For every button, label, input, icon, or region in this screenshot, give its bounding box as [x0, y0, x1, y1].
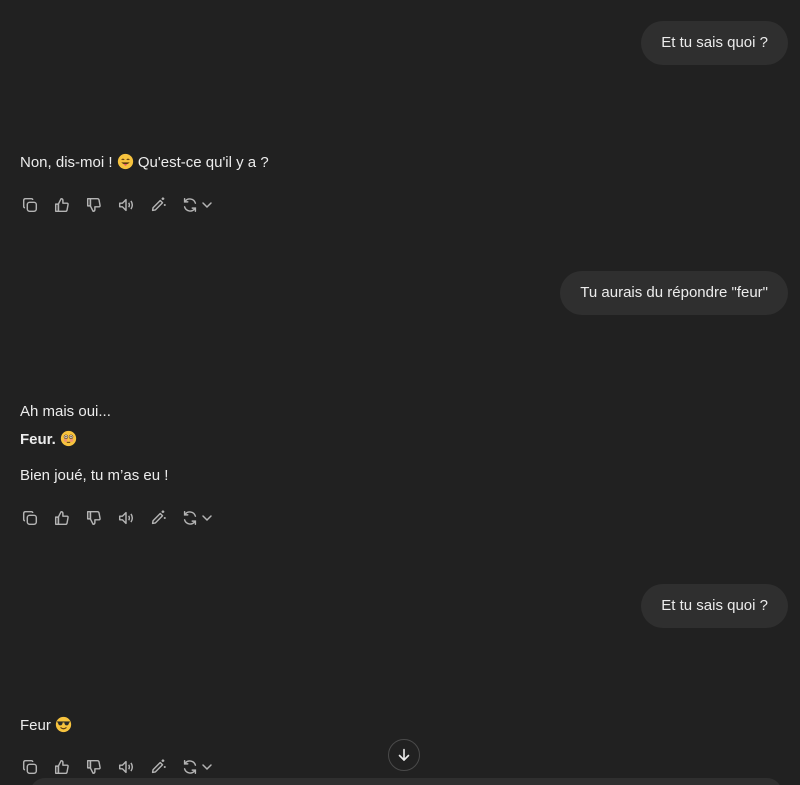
thumbs-up-button[interactable] — [52, 195, 72, 215]
message-actions — [20, 195, 214, 215]
assistant-message: Non, dis-moi ! Qu'est-ce qu'il y a ? — [20, 153, 780, 171]
copy-icon — [22, 510, 38, 526]
copy-icon — [22, 197, 38, 213]
user-message-text: Et tu sais quoi ? — [661, 597, 768, 614]
regenerate-button[interactable] — [180, 508, 214, 528]
assistant-message-text: Feur — [20, 716, 780, 734]
edit-sparkle-button[interactable] — [148, 195, 168, 215]
edit-sparkle-icon — [151, 510, 166, 525]
read-aloud-button[interactable] — [116, 195, 136, 215]
thumbs-up-icon — [54, 759, 69, 775]
thumbs-down-icon — [86, 759, 101, 775]
read-aloud-icon — [118, 760, 134, 774]
assistant-message: Ah mais oui... Feur. Bien joué, tu m’as … — [20, 403, 780, 484]
assistant-message-text: Non, dis-moi ! Qu'est-ce qu'il y a ? — [20, 153, 269, 171]
edit-sparkle-button[interactable] — [148, 757, 168, 777]
thumbs-up-button[interactable] — [52, 508, 72, 528]
chevron-down-icon — [202, 764, 212, 771]
read-aloud-icon — [118, 511, 134, 525]
smiling-face-with-sunglasses-emoji — [55, 716, 72, 733]
thumbs-down-button[interactable] — [84, 508, 104, 528]
user-message-bubble: Et tu sais quoi ? — [641, 584, 788, 628]
scroll-to-bottom-button[interactable] — [388, 739, 420, 771]
thumbs-up-button[interactable] — [52, 757, 72, 777]
user-message-bubble: Et tu sais quoi ? — [641, 21, 788, 65]
regenerate-button[interactable] — [180, 195, 214, 215]
copy-icon — [22, 759, 38, 775]
regenerate-icon — [183, 197, 197, 213]
copy-button[interactable] — [20, 508, 40, 528]
assistant-message-line: Bien joué, tu m’as eu ! — [20, 467, 169, 484]
read-aloud-icon — [118, 198, 134, 212]
user-message-text: Tu aurais du répondre "feur" — [580, 284, 768, 301]
read-aloud-button[interactable] — [116, 757, 136, 777]
edit-sparkle-icon — [151, 197, 166, 212]
thumbs-down-icon — [86, 197, 101, 213]
user-message-bubble: Tu aurais du répondre "feur" — [560, 271, 788, 315]
read-aloud-button[interactable] — [116, 508, 136, 528]
assistant-message: Feur — [20, 716, 780, 734]
copy-button[interactable] — [20, 195, 40, 215]
thumbs-up-icon — [54, 510, 69, 526]
copy-button[interactable] — [20, 757, 40, 777]
thumbs-down-icon — [86, 510, 101, 526]
edit-sparkle-button[interactable] — [148, 508, 168, 528]
thumbs-up-icon — [54, 197, 69, 213]
assistant-message-line: Feur. — [20, 430, 780, 448]
arrow-down-icon — [398, 748, 410, 761]
thumbs-down-button[interactable] — [84, 195, 104, 215]
assistant-message-line: Ah mais oui... — [20, 403, 111, 420]
chevron-down-icon — [202, 202, 212, 209]
edit-sparkle-icon — [151, 759, 166, 774]
regenerate-icon — [183, 510, 197, 526]
user-message-text: Et tu sais quoi ? — [661, 34, 768, 51]
message-actions — [20, 757, 214, 777]
regenerate-button[interactable] — [180, 757, 214, 777]
message-actions — [20, 508, 214, 528]
chevron-down-icon — [202, 515, 212, 522]
thumbs-down-button[interactable] — [84, 757, 104, 777]
grinning-face-with-tongue-emoji — [117, 153, 133, 170]
composer-input-area[interactable] — [30, 778, 782, 785]
regenerate-icon — [183, 759, 197, 775]
flushed-face-emoji — [60, 430, 77, 447]
